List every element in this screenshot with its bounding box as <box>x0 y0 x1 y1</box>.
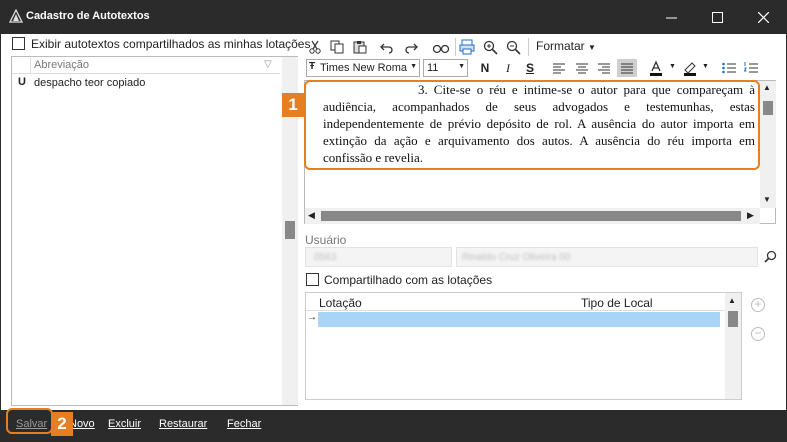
undo-icon[interactable] <box>378 38 396 56</box>
scroll-thumb[interactable] <box>285 221 295 239</box>
app-icon <box>9 9 23 23</box>
font-size-select[interactable]: 11 ▼ <box>423 59 468 77</box>
redo-icon[interactable] <box>402 38 420 56</box>
close-window-button[interactable] <box>740 0 786 34</box>
user-name-field: Rinaldo Cruz Oliveira 00 <box>456 247 758 267</box>
user-code-field: 0563 <box>305 247 452 267</box>
font-name-value: Times New Roma <box>320 62 407 74</box>
align-center-icon[interactable] <box>573 59 591 77</box>
zoom-out-icon[interactable] <box>504 38 522 56</box>
chevron-down-icon[interactable]: ▼ <box>669 63 676 70</box>
copy-icon[interactable] <box>328 38 346 56</box>
column-header-lotacao[interactable]: Lotação <box>319 296 362 310</box>
font-type-icon: Ŧ <box>309 61 316 72</box>
user-code-value: 0563 <box>314 252 337 263</box>
scroll-right-icon[interactable]: ▶ <box>747 210 754 221</box>
toolbar-separator <box>528 38 529 56</box>
scroll-up-icon[interactable]: ▲ <box>763 83 771 92</box>
format-menu[interactable]: Formatar ▼ <box>536 39 596 53</box>
highlight-icon[interactable] <box>679 59 701 77</box>
scroll-up-icon[interactable]: ▲ <box>728 296 736 305</box>
action-bar: Salvar Novo Excluir Restaurar Fechar <box>1 410 786 441</box>
chevron-down-icon[interactable]: ▼ <box>702 63 709 70</box>
lotacoes-grid-header: Lotação Tipo de Local <box>306 293 725 311</box>
minimize-button[interactable] <box>648 0 694 34</box>
bullet-list-icon[interactable] <box>720 59 738 77</box>
callout-badge-2: 2 <box>51 412 73 436</box>
save-highlight-callout <box>6 408 53 434</box>
find-icon[interactable] <box>430 38 452 56</box>
column-header-tipo-local[interactable]: Tipo de Local <box>581 296 653 310</box>
scroll-thumb[interactable] <box>321 211 741 221</box>
search-icon[interactable] <box>764 250 778 264</box>
cut-icon[interactable] <box>306 38 324 56</box>
autotext-list: Abreviação ▽ U despacho teor copiado <box>11 56 298 406</box>
toolbar-separator <box>455 38 456 56</box>
zoom-in-icon[interactable] <box>481 38 499 56</box>
close-icon <box>757 11 769 23</box>
callout-badge-1: 1 <box>282 93 304 117</box>
lotacoes-grid: Lotação Tipo de Local → ▲ <box>305 292 742 400</box>
italic-button[interactable]: I <box>499 59 517 77</box>
list-item[interactable]: U despacho teor copiado <box>12 75 280 92</box>
window-title: Cadastro de Autotextos <box>26 10 150 22</box>
font-name-select[interactable]: Ŧ Times New Roma ▼ <box>306 59 420 77</box>
add-lotacao-button[interactable]: + <box>751 298 765 312</box>
paste-icon[interactable] <box>351 38 369 56</box>
shared-label: Compartilhado com as lotações <box>324 273 493 287</box>
chevron-down-icon: ▼ <box>588 43 596 52</box>
shared-checkbox[interactable] <box>306 273 319 286</box>
justify-icon[interactable] <box>617 59 637 77</box>
header-indicator-cell <box>13 58 31 73</box>
scroll-thumb[interactable] <box>763 101 773 115</box>
column-header-abreviacao[interactable]: Abreviação <box>34 59 89 71</box>
font-color-icon[interactable] <box>645 59 667 77</box>
user-label: Usuário <box>305 233 347 247</box>
scroll-left-icon[interactable]: ◀ <box>308 210 315 221</box>
numbered-list-icon[interactable] <box>742 59 760 77</box>
font-size-value: 11 <box>427 62 439 74</box>
lotacoes-vertical-scrollbar[interactable]: ▲ <box>725 293 741 399</box>
filter-icon[interactable]: ▽ <box>264 59 272 70</box>
maximize-icon <box>711 11 723 23</box>
user-name-value: Rinaldo Cruz Oliveira 00 <box>462 252 571 263</box>
scroll-thumb[interactable] <box>728 311 738 327</box>
close-button[interactable]: Fechar <box>227 418 261 430</box>
align-left-icon[interactable] <box>550 59 568 77</box>
editor-horizontal-scrollbar[interactable]: ◀ ▶ <box>305 208 760 224</box>
user-text-icon: U <box>18 76 26 88</box>
chevron-down-icon: ▼ <box>458 63 465 70</box>
table-row[interactable] <box>318 312 720 327</box>
restore-button[interactable]: Restaurar <box>159 418 207 430</box>
chevron-down-icon: ▼ <box>410 63 417 70</box>
underline-button[interactable]: S <box>521 59 539 77</box>
editor-vertical-scrollbar[interactable]: ▲ ▼ <box>760 81 776 208</box>
editor-highlight-callout <box>304 80 760 170</box>
scroll-down-icon[interactable]: ▼ <box>763 195 771 204</box>
maximize-button[interactable] <box>694 0 740 34</box>
remove-lotacao-button[interactable]: − <box>751 327 765 341</box>
title-bar: Cadastro de Autotextos <box>0 0 787 34</box>
print-icon[interactable] <box>458 38 476 56</box>
delete-button[interactable]: Excluir <box>108 418 141 430</box>
current-row-arrow-icon: → <box>307 312 317 323</box>
list-item-label: despacho teor copiado <box>34 77 146 89</box>
format-menu-label: Formatar <box>536 39 585 53</box>
bold-button[interactable]: N <box>476 59 494 77</box>
autotext-list-header: Abreviação ▽ <box>12 57 280 74</box>
align-right-icon[interactable] <box>595 59 613 77</box>
show-shared-label: Exibir autotextos compartilhados as minh… <box>31 37 311 51</box>
minimize-icon <box>665 17 677 18</box>
show-shared-checkbox[interactable] <box>12 37 25 50</box>
